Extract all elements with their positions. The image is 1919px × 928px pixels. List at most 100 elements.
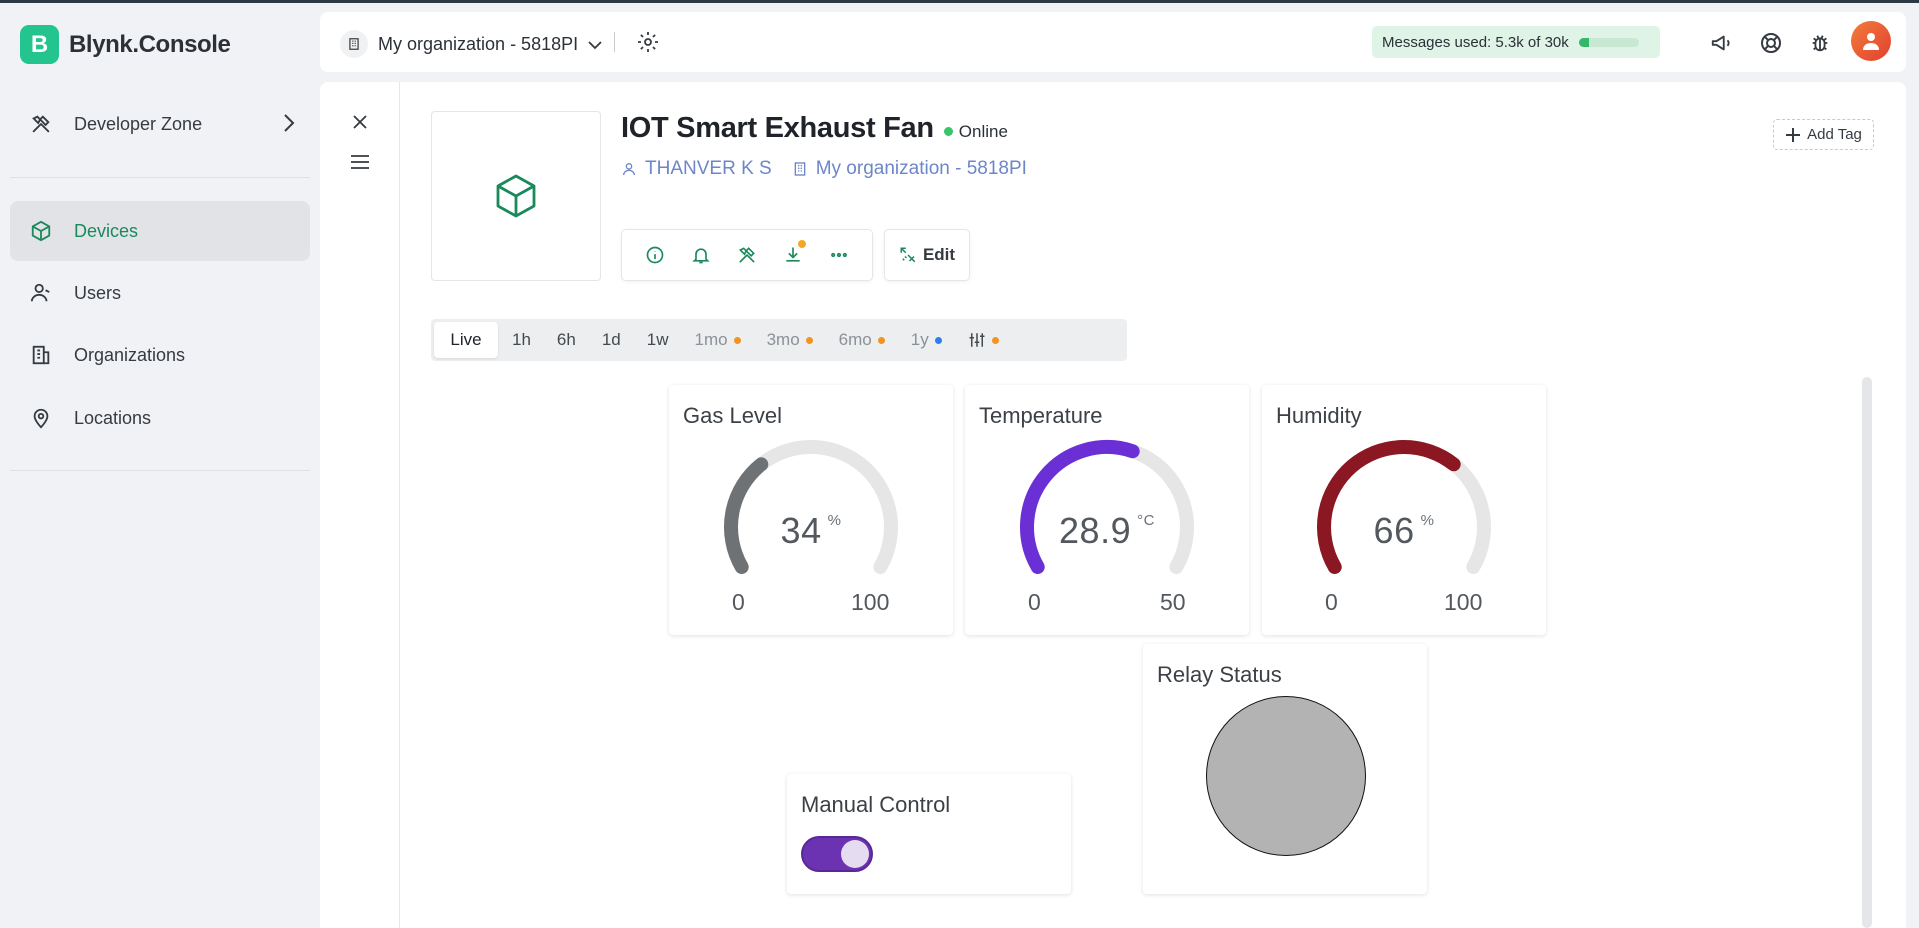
edit-button[interactable]: Edit	[884, 229, 970, 281]
messages-usage[interactable]: Messages used: 5.3k of 30k	[1372, 26, 1660, 58]
plus-icon	[1786, 127, 1801, 142]
gauge-max: 100	[1444, 589, 1483, 615]
gauge-max: 50	[1160, 589, 1186, 615]
status-label: Online	[958, 121, 1008, 141]
gauge-value: 34%	[669, 510, 953, 552]
widget-gas-level[interactable]: Gas Level 34% 0 100	[669, 385, 953, 635]
messages-usage-label: Messages used: 5.3k of 30k	[1382, 33, 1569, 51]
sidebar-divider	[10, 177, 310, 178]
tab-label: Live	[450, 330, 482, 349]
cube-icon	[496, 174, 536, 218]
gear-icon[interactable]	[636, 30, 660, 59]
gauge-unit: %	[1420, 512, 1435, 529]
device-detail-panel: IOT Smart Exhaust Fan Online THANVER K S…	[320, 82, 1906, 928]
tab-label: 1h	[512, 330, 531, 349]
time-range-tabs: Live 1h 6h 1d 1w 1mo 3mo 6mo 1y	[431, 319, 1127, 361]
premium-dot	[877, 336, 885, 344]
sidebar-item-label: Devices	[74, 220, 139, 241]
widget-manual-control[interactable]: Manual Control	[787, 774, 1071, 894]
tab-label: 1y	[910, 330, 929, 349]
gauge-max: 100	[851, 589, 890, 615]
organization-selector[interactable]: My organization - 5818PI	[340, 30, 602, 58]
download-icon[interactable]	[781, 240, 806, 267]
sidebar-item-label: Locations	[74, 407, 152, 428]
widget-title: Manual Control	[801, 792, 951, 817]
sidebar-item-locations[interactable]: Locations	[10, 388, 310, 448]
messages-usage-bar-fill	[1578, 37, 1590, 47]
tab-label: 6h	[556, 330, 576, 349]
tab-3mo[interactable]: 3mo	[755, 322, 825, 358]
sidebar-item-devices[interactable]: Devices	[10, 201, 310, 261]
premium-dot	[805, 336, 813, 344]
gauge-value: 28.9 °C	[965, 510, 1249, 552]
more-options-icon[interactable]	[827, 243, 851, 267]
gauge-value: 66%	[1262, 510, 1546, 552]
chevron-down-icon	[588, 34, 602, 55]
device-header: IOT Smart Exhaust Fan Online	[621, 112, 1008, 145]
widget-temperature[interactable]: Temperature 28.9 °C 0 50	[965, 385, 1249, 635]
sidebar-divider	[10, 470, 310, 471]
device-meta: THANVER K S My organization - 5818PI	[621, 158, 1027, 180]
edit-dashboard-icon	[900, 247, 916, 263]
device-organization-link[interactable]: My organization - 5818PI	[792, 158, 1027, 180]
device-owner-link[interactable]: THANVER K S	[621, 158, 772, 180]
widget-humidity[interactable]: Humidity 66% 0 100	[1262, 385, 1546, 635]
device-organization: My organization - 5818PI	[815, 158, 1027, 179]
top-bar: My organization - 5818PI Messages used: …	[320, 12, 1906, 72]
sidebar-item-users[interactable]: Users	[10, 263, 310, 323]
sidebar-item-label: Developer Zone	[74, 113, 203, 134]
brand-name: Blynk.Console	[69, 30, 231, 58]
sidebar: B Blynk.Console Developer Zone Devices U…	[0, 3, 320, 928]
tab-6h[interactable]: 6h	[545, 322, 588, 358]
info-icon[interactable]	[643, 243, 667, 267]
location-pin-icon	[30, 407, 52, 429]
tab-6mo[interactable]: 6mo	[827, 322, 897, 358]
tab-label: 1d	[601, 330, 621, 349]
vertical-scrollbar[interactable]	[1862, 377, 1872, 928]
tab-1y[interactable]: 1y	[899, 322, 954, 358]
gauge-unit: %	[827, 512, 842, 529]
tab-1d[interactable]: 1d	[590, 322, 633, 358]
sliders-icon	[969, 333, 985, 347]
tab-custom-range[interactable]	[956, 322, 1011, 358]
chevron-right-icon	[282, 113, 296, 138]
tools-icon[interactable]	[735, 243, 759, 267]
user-icon	[623, 163, 635, 176]
tab-1h[interactable]: 1h	[500, 322, 543, 358]
switch-knob	[841, 840, 869, 868]
relay-led-indicator	[1206, 696, 1366, 856]
megaphone-icon[interactable]	[1708, 30, 1734, 56]
premium-dot	[934, 336, 942, 344]
bug-icon[interactable]	[1807, 30, 1833, 56]
sidebar-item-developer-zone[interactable]: Developer Zone	[10, 94, 310, 154]
gauge-value-number: 34	[780, 510, 822, 551]
cube-icon	[30, 220, 52, 242]
brand[interactable]: B Blynk.Console	[20, 25, 231, 64]
user-avatar[interactable]	[1851, 21, 1891, 61]
device-name: IOT Smart Exhaust Fan	[621, 112, 934, 144]
edit-label: Edit	[922, 245, 956, 264]
widget-title: Relay Status	[1157, 662, 1282, 687]
tab-1mo[interactable]: 1mo	[683, 322, 753, 358]
device-image[interactable]	[431, 111, 601, 281]
tab-label: 1mo	[694, 330, 728, 349]
tab-live[interactable]: Live	[434, 322, 498, 358]
close-icon[interactable]	[348, 110, 372, 134]
help-lifebuoy-icon[interactable]	[1758, 30, 1784, 56]
gauge-value-number: 66	[1373, 510, 1415, 551]
widget-relay-status[interactable]: Relay Status	[1143, 644, 1427, 894]
building-icon	[794, 162, 806, 176]
menu-icon[interactable]	[348, 150, 372, 174]
gauge-unit: °C	[1137, 512, 1155, 529]
tab-1w[interactable]: 1w	[635, 322, 681, 358]
manual-control-switch[interactable]	[801, 836, 873, 872]
device-action-toolbar	[621, 229, 873, 281]
add-tag-button[interactable]: Add Tag	[1773, 119, 1874, 150]
gauge-value-number: 28.9	[1059, 510, 1132, 551]
premium-dot	[991, 336, 999, 344]
gauge-min: 0	[1325, 589, 1338, 615]
sidebar-item-organizations[interactable]: Organizations	[10, 325, 310, 385]
add-tag-label: Add Tag	[1807, 126, 1862, 143]
bell-icon[interactable]	[689, 243, 713, 267]
gauge-min: 0	[732, 589, 745, 615]
